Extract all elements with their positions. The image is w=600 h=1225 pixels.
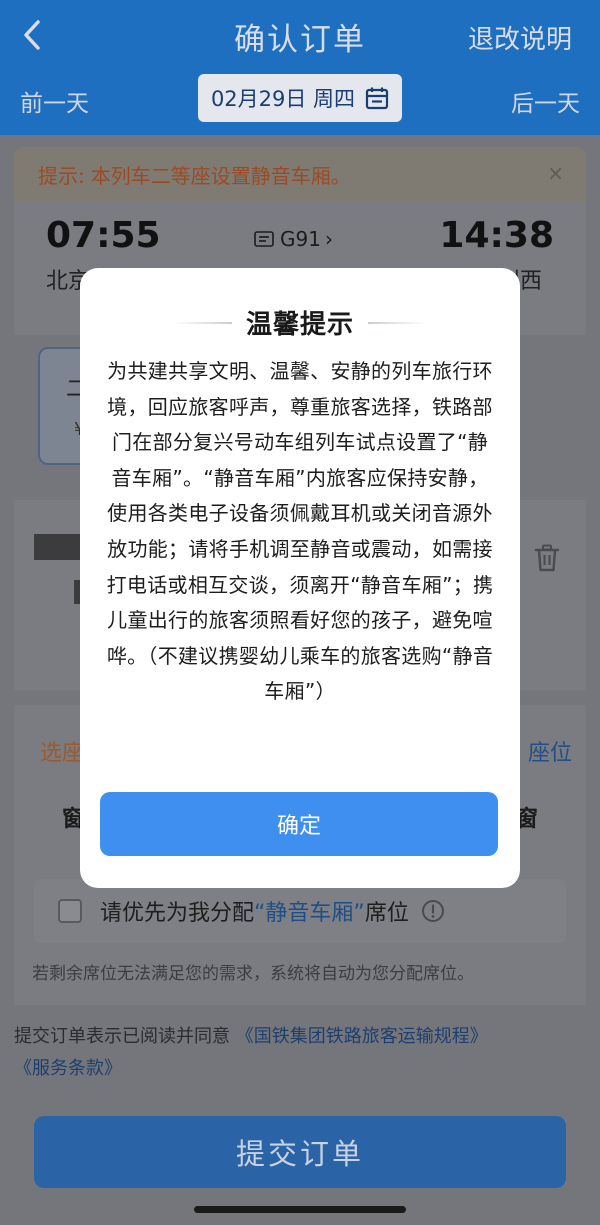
chevron-right-icon: › — [324, 227, 333, 251]
agreement-text: 提交订单表示已阅读并同意 《国铁集团铁路旅客运输规程》《服务条款》 — [14, 1021, 586, 1085]
preference-highlight: “静音车厢” — [254, 901, 365, 926]
tip-close-icon[interactable]: × — [547, 161, 564, 185]
dialog-title-row: 温馨提示 — [80, 304, 520, 341]
arrival-time: 14:38 — [439, 215, 554, 256]
title-divider-left — [173, 321, 232, 324]
tip-text: 本列车二等座设置静音车厢。 — [90, 163, 351, 188]
prev-day-button[interactable]: 前一天 — [20, 84, 89, 118]
departure-time: 07:55 — [46, 215, 161, 256]
terms-link[interactable]: 《服务条款》 — [14, 1058, 122, 1079]
next-day-button[interactable]: 后一天 — [511, 84, 580, 118]
confirm-button[interactable]: 确定 — [100, 792, 498, 856]
info-icon[interactable] — [421, 899, 445, 923]
ticket-icon — [254, 231, 274, 247]
home-indicator — [194, 1206, 406, 1213]
seat-select-title: 选座 — [40, 741, 85, 766]
header: 确认订单 退改说明 前一天 后一天 02月29日 周四 — [0, 0, 600, 135]
title-divider-right — [368, 321, 426, 324]
tip-label: 提示: — [38, 163, 85, 188]
date-picker[interactable]: 02月29日 周四 — [198, 74, 402, 122]
quiet-car-checkbox[interactable] — [58, 899, 82, 923]
seat-select-link[interactable]: 座位 — [528, 735, 572, 767]
submit-order-button[interactable]: 提交订单 — [34, 1116, 566, 1188]
preference-text: 请优先为我分配 — [100, 901, 255, 926]
calendar-icon — [365, 87, 389, 110]
dialog-title: 温馨提示 — [245, 310, 354, 340]
preference-note: 若剩余席位无法满足您的需求，系统将自动为您分配席位。 — [32, 964, 474, 984]
dialog-body: 为共建共享文明、温馨、安静的列车旅行环境，回应旅客呼声，尊重旅客选择，铁路部门在… — [106, 359, 494, 704]
quiet-car-notice-dialog: 温馨提示 为共建共享文明、温馨、安静的列车旅行环境，回应旅客呼声，尊重旅客选择，… — [80, 268, 520, 888]
trash-icon[interactable] — [534, 544, 560, 572]
tip-banner: 提示: 本列车二等座设置静音车厢。 × — [14, 147, 586, 201]
preference-suffix: 席位 — [364, 901, 409, 926]
agreement-prefix: 提交订单表示已阅读并同意 — [14, 1026, 230, 1047]
train-number-link[interactable]: G91 › — [254, 227, 350, 251]
quiet-car-preference[interactable]: 请优先为我分配 “静音车厢” 席位 — [34, 879, 566, 943]
train-number: G91 — [280, 227, 321, 251]
refund-info-link[interactable]: 退改说明 — [468, 19, 572, 56]
rules-link[interactable]: 《国铁集团铁路旅客运输规程》 — [236, 1026, 488, 1047]
date-text: 02月29日 周四 — [210, 87, 356, 111]
